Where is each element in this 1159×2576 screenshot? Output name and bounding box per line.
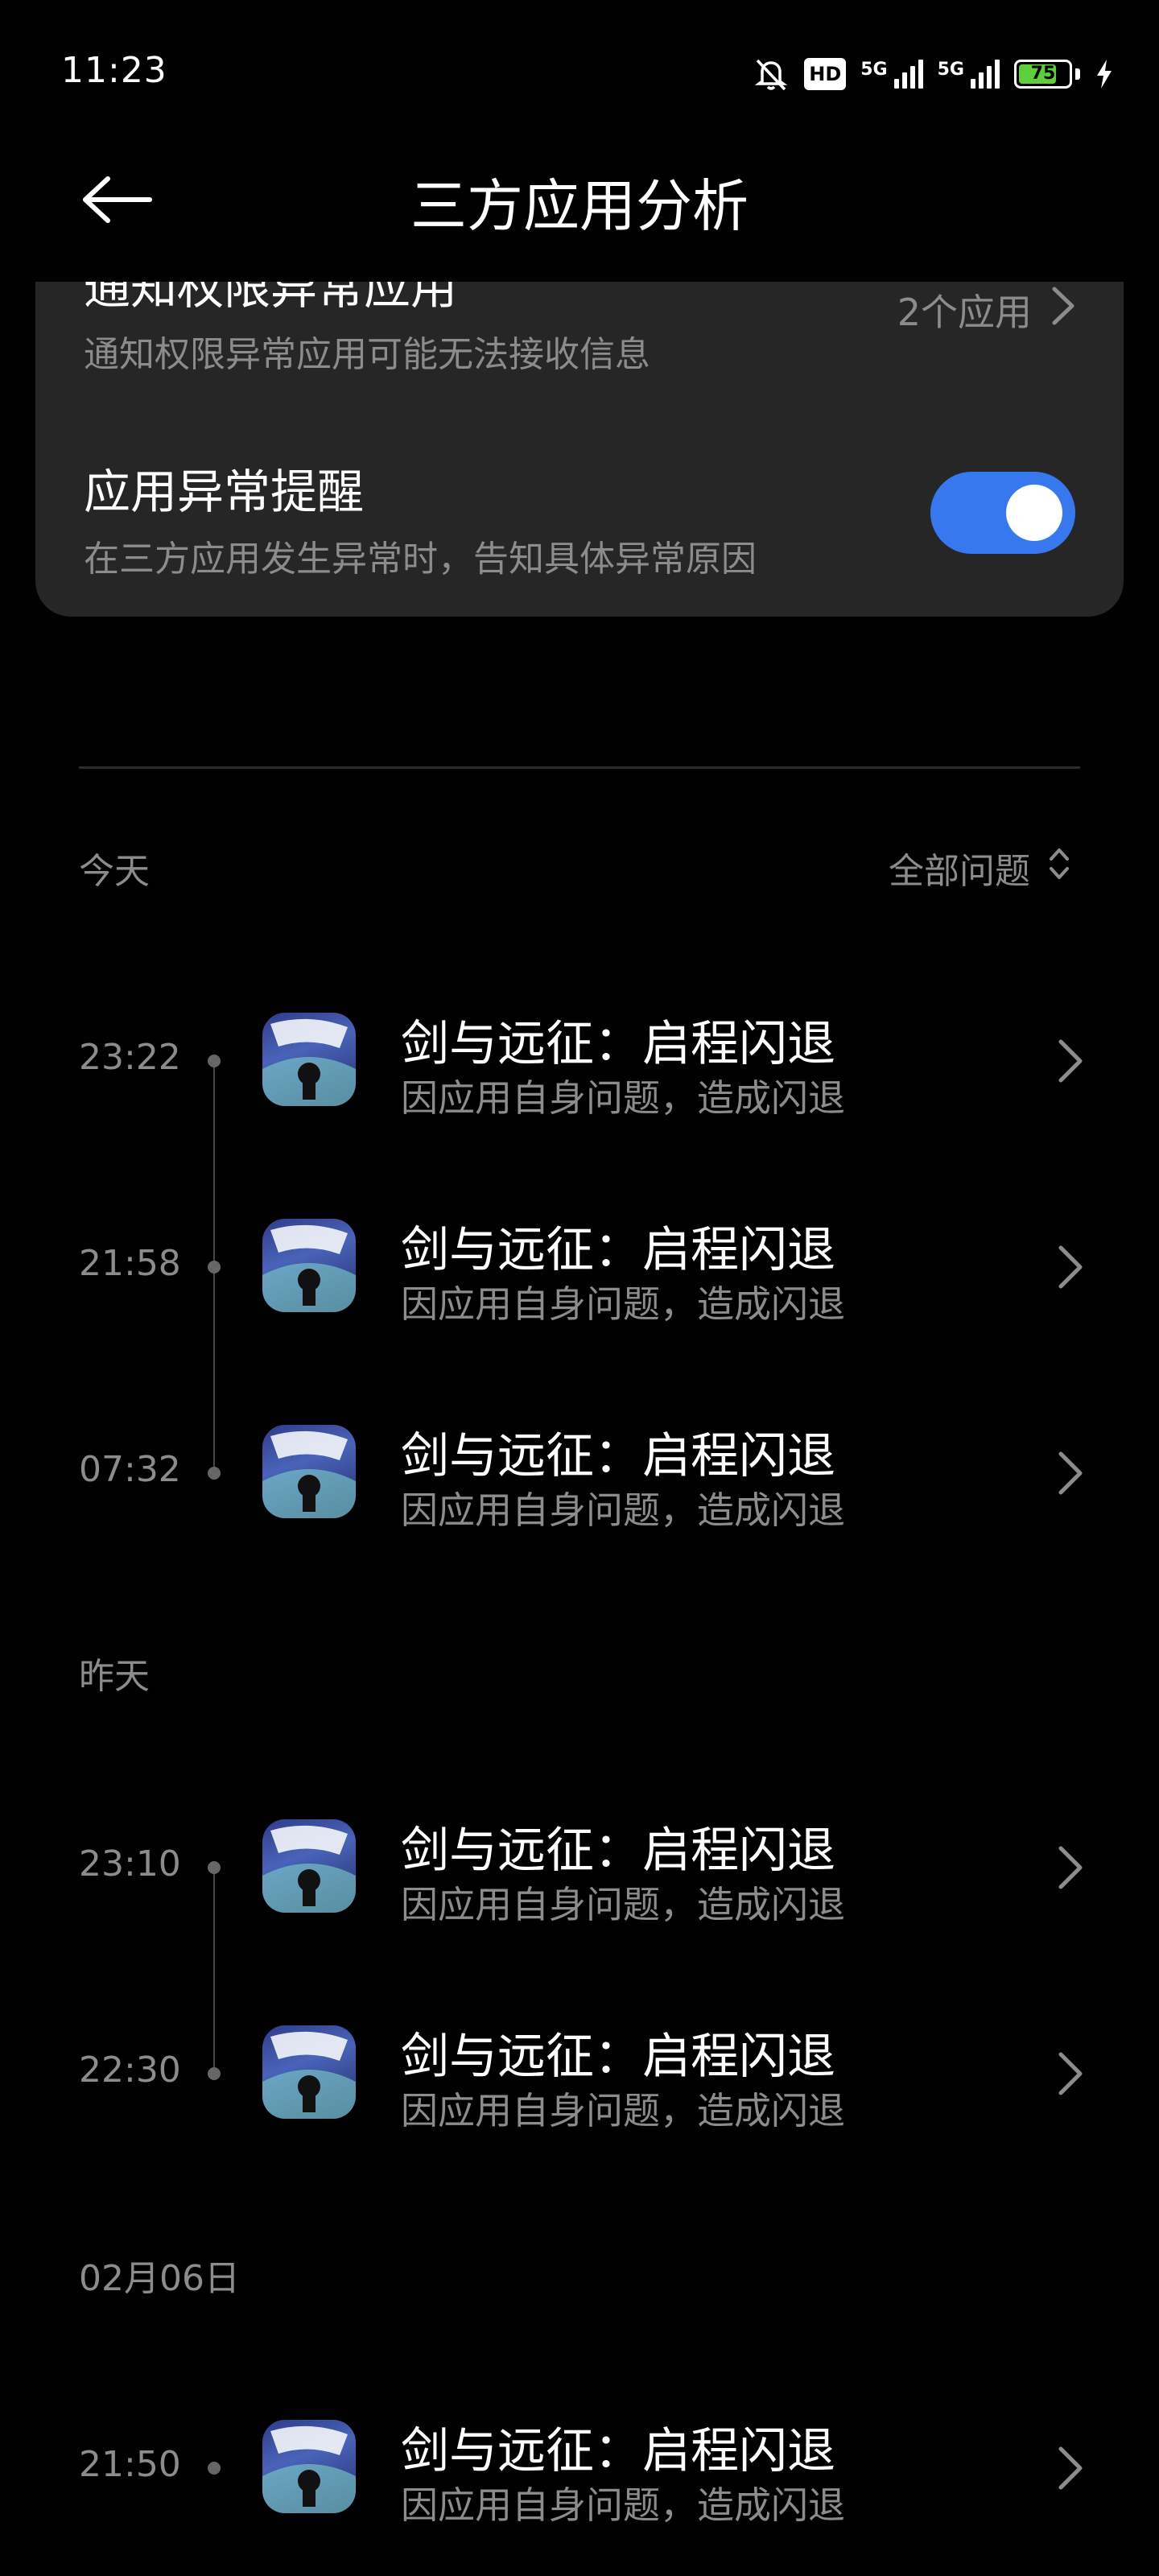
timeline-dot — [208, 1467, 221, 1480]
signal-icon: 5G — [860, 60, 923, 89]
app-icon — [262, 2025, 356, 2119]
section-label-today: 今天 — [79, 851, 150, 892]
app-alert-toggle[interactable] — [930, 472, 1075, 554]
item-title: 剑与远征：启程闪退 — [401, 2029, 835, 2085]
timeline-dot — [208, 2462, 221, 2475]
list-item[interactable]: 07:32 剑与远征：启程闪退 因应用自身问题，造成闪退 — [0, 1393, 1159, 1554]
item-title: 剑与远征：启程闪退 — [401, 1222, 835, 1278]
app-count: 2个应用 — [897, 291, 1032, 334]
item-subtitle: 因应用自身问题，造成闪退 — [401, 1488, 845, 1532]
item-time: 22:30 — [79, 2050, 181, 2091]
chevron-right-icon — [1054, 1037, 1087, 1085]
item-subtitle: 因应用自身问题，造成闪退 — [401, 1883, 845, 1926]
alert-row-subtitle: 在三方应用发生异常时，告知具体异常原因 — [84, 539, 757, 580]
status-icons: HD 5G 5G 75 — [753, 53, 1114, 95]
settings-card: 通知权限异常应用 通知权限异常应用可能无法接收信息 2个应用 应用异常提醒 在三… — [35, 282, 1124, 617]
item-time: 21:50 — [79, 2444, 181, 2485]
timeline-dot — [208, 2067, 221, 2080]
item-subtitle: 因应用自身问题，造成闪退 — [401, 1282, 845, 1326]
list-item[interactable]: 22:30 剑与远征：启程闪退 因应用自身问题，造成闪退 — [0, 1993, 1159, 2154]
chevron-right-icon — [1054, 1243, 1087, 1291]
toggle-knob — [1006, 485, 1062, 541]
item-title: 剑与远征：启程闪退 — [401, 1428, 835, 1484]
timeline-dot — [208, 1261, 221, 1274]
item-subtitle: 因应用自身问题，造成闪退 — [401, 1076, 845, 1120]
hd-icon: HD — [804, 58, 847, 90]
notification-row-value[interactable]: 2个应用 — [897, 282, 1075, 338]
network-type-label: 5G — [937, 60, 964, 80]
list-item[interactable]: 21:50 剑与远征：启程闪退 因应用自身问题，造成闪退 — [0, 2388, 1159, 2549]
filter-label: 全部问题 — [889, 851, 1030, 892]
app-icon — [262, 1219, 356, 1312]
sort-updown-icon — [1048, 846, 1070, 890]
chevron-right-icon — [1054, 1449, 1087, 1497]
item-time: 21:58 — [79, 1243, 181, 1284]
app-alert-row: 应用异常提醒 在三方应用发生异常时，告知具体异常原因 — [84, 454, 1075, 581]
signal-icon: 5G — [938, 60, 1000, 89]
app-icon — [262, 2420, 356, 2513]
page-title: 三方应用分析 — [410, 173, 749, 239]
timeline-dot — [208, 1861, 221, 1874]
timeline-dot — [208, 1055, 221, 1067]
battery-icon: 75 — [1014, 60, 1072, 89]
app-icon — [262, 1425, 356, 1518]
chevron-right-icon — [1054, 2050, 1087, 2098]
section-label-date: 02月06日 — [79, 2258, 240, 2299]
item-title: 剑与远征：启程闪退 — [401, 2423, 835, 2479]
item-time: 07:32 — [79, 1449, 181, 1490]
chevron-right-icon — [1054, 1843, 1087, 1892]
item-subtitle: 因应用自身问题，造成闪退 — [401, 2089, 845, 2132]
issue-filter-dropdown[interactable]: 全部问题 — [889, 842, 1070, 894]
battery-cap — [1075, 68, 1080, 80]
mute-bell-icon — [753, 56, 790, 93]
item-title: 剑与远征：启程闪退 — [401, 1016, 835, 1072]
network-type-label: 5G — [860, 60, 888, 80]
status-time: 11:23 — [61, 50, 167, 91]
item-time: 23:10 — [79, 1843, 181, 1885]
item-title: 剑与远征：启程闪退 — [401, 1823, 835, 1879]
list-item[interactable]: 23:22 剑与远征：启程闪退 因应用自身问题，造成闪退 — [0, 980, 1159, 1141]
item-time: 23:22 — [79, 1037, 181, 1078]
app-icon — [262, 1013, 356, 1106]
chevron-right-icon — [1051, 286, 1075, 335]
charging-icon — [1095, 58, 1114, 90]
alert-row-title: 应用异常提醒 — [84, 464, 365, 519]
list-item[interactable]: 21:58 剑与远征：启程闪退 因应用自身问题，造成闪退 — [0, 1187, 1159, 1348]
chevron-right-icon — [1054, 2444, 1087, 2492]
app-icon — [262, 1819, 356, 1913]
section-label-yesterday: 昨天 — [79, 1656, 150, 1697]
item-subtitle: 因应用自身问题，造成闪退 — [401, 2483, 845, 2527]
list-item[interactable]: 23:10 剑与远征：启程闪退 因应用自身问题，造成闪退 — [0, 1787, 1159, 1948]
divider — [79, 766, 1080, 769]
battery-level: 75 — [1030, 64, 1056, 84]
